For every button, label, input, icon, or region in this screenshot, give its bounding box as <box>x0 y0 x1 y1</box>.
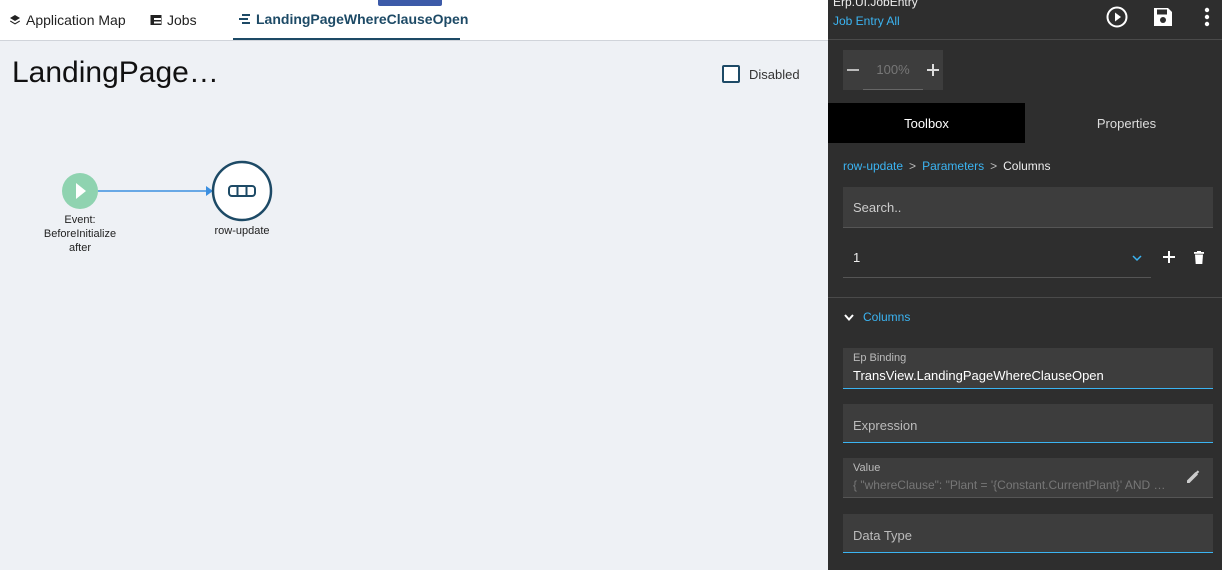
breadcrumb-separator: > <box>990 159 998 173</box>
event-flow-icon <box>239 13 251 26</box>
edit-value-button[interactable] <box>1185 469 1201 485</box>
plus-icon <box>1163 251 1175 263</box>
search-box <box>843 187 1213 228</box>
breadcrumb-row-update[interactable]: row-update <box>843 159 903 173</box>
event-flow-diagram <box>62 160 273 222</box>
pencil-icon <box>1187 470 1200 483</box>
ep-binding-label: Ep Binding <box>853 352 907 364</box>
job-entry-link[interactable]: Job Entry All <box>833 14 900 28</box>
expression-field[interactable]: Expression <box>843 404 1213 443</box>
expression-placeholder: Expression <box>853 418 918 433</box>
table-icon <box>149 14 162 27</box>
tab-jobs[interactable]: Jobs <box>149 0 197 40</box>
app-name: Erp.UI.JobEntry <box>833 0 918 9</box>
tab-application-map[interactable]: Application Map <box>8 0 126 40</box>
row-update-node-label: row-update <box>214 225 270 237</box>
properties-panel: Erp.UI.JobEntry Job Entry All 100% Toolb… <box>828 0 1222 570</box>
play-circle-icon <box>1106 6 1128 28</box>
tab-properties[interactable]: Properties <box>1028 103 1222 143</box>
event-node-label-line: after <box>68 242 91 254</box>
zoom-control: 100% <box>843 50 943 90</box>
more-menu-button[interactable] <box>1194 4 1220 30</box>
zoom-out-button[interactable] <box>843 50 863 90</box>
value-field[interactable]: Value { "whereClause": "Plant = '{Consta… <box>843 458 1213 498</box>
section-title: Columns <box>863 310 911 324</box>
data-type-placeholder: Data Type <box>853 528 913 543</box>
run-button[interactable] <box>1104 4 1130 30</box>
save-icon <box>1154 8 1172 26</box>
plus-icon <box>927 64 939 76</box>
event-node-label-line: BeforeInitialize <box>43 228 117 240</box>
delete-item-button[interactable] <box>1190 248 1208 266</box>
breadcrumb-separator: > <box>909 159 917 173</box>
ep-binding-field[interactable]: Ep Binding TransView.LandingPageWhereCla… <box>843 348 1213 389</box>
panel-header: Erp.UI.JobEntry Job Entry All <box>828 0 1222 40</box>
ep-binding-value: TransView.LandingPageWhereClauseOpen <box>853 368 1104 383</box>
tab-landing-page-where-clause-open[interactable]: LandingPageWhereClauseOpen <box>233 0 468 40</box>
tab-label: LandingPageWhereClauseOpen <box>256 11 469 27</box>
tab-toolbox[interactable]: Toolbox <box>828 103 1025 143</box>
zoom-in-button[interactable] <box>923 50 943 90</box>
tab-label: Jobs <box>167 12 197 28</box>
section-divider <box>828 297 1222 298</box>
column-index-select[interactable]: 1 <box>843 238 1151 278</box>
value-label: Value <box>853 462 881 474</box>
columns-section-toggle[interactable]: Columns <box>843 310 910 324</box>
zoom-level: 100% <box>863 50 923 90</box>
value-text: { "whereClause": "Plant = '{Constant.Cur… <box>853 478 1171 492</box>
tab-label: Application Map <box>26 12 126 28</box>
more-vertical-icon <box>1204 7 1210 27</box>
layers-icon <box>8 14 21 27</box>
event-node-label: Event: BeforeInitialize after <box>30 213 130 255</box>
trash-icon <box>1194 250 1204 264</box>
save-button[interactable] <box>1150 4 1176 30</box>
add-item-button[interactable] <box>1160 248 1178 266</box>
search-input[interactable] <box>843 187 1213 227</box>
event-node-label-line: Event: <box>64 214 96 226</box>
row-update-node[interactable] <box>211 160 273 222</box>
designer-canvas: Application Map Jobs LandingPageWhereCla… <box>0 0 828 570</box>
data-type-field[interactable]: Data Type <box>843 514 1213 553</box>
breadcrumb-current: Columns <box>1003 159 1051 173</box>
breadcrumb: row-update > Parameters > Columns <box>843 159 1050 173</box>
tab-bar: Application Map Jobs LandingPageWhereCla… <box>0 0 828 41</box>
chevron-down-icon <box>844 314 854 322</box>
panel-tabs: Toolbox Properties <box>828 103 1222 143</box>
minus-icon <box>847 69 859 71</box>
select-value: 1 <box>853 250 861 265</box>
breadcrumb-parameters[interactable]: Parameters <box>922 159 984 173</box>
chevron-down-icon <box>1131 251 1143 269</box>
event-node[interactable] <box>62 173 98 209</box>
